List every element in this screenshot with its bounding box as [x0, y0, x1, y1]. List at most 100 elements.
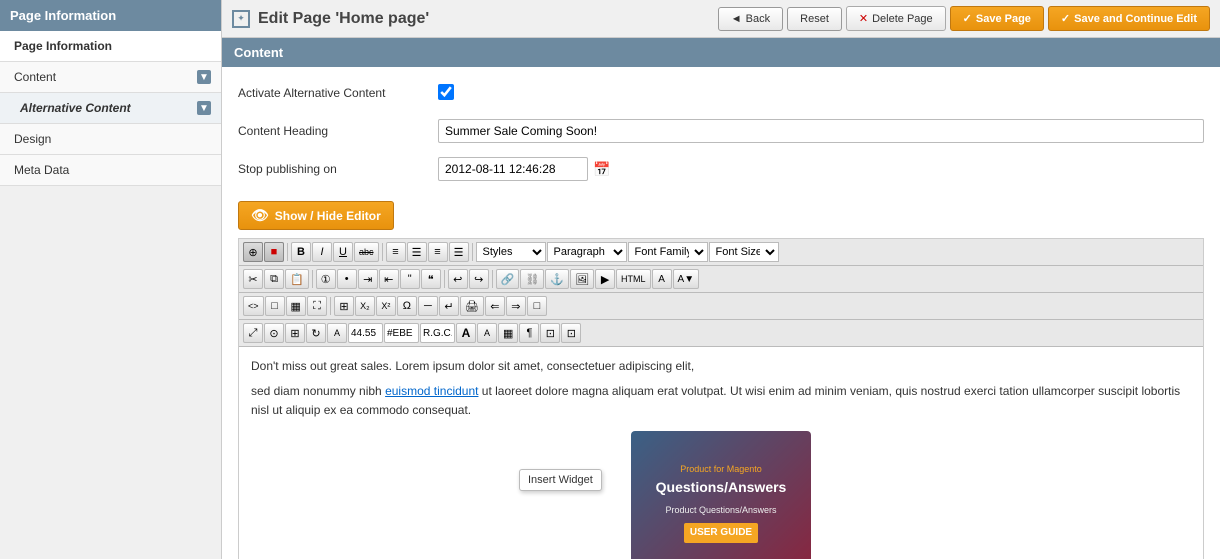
- toolbar-sep-3: [472, 243, 473, 261]
- paragraph-select[interactable]: Paragraph: [547, 242, 627, 262]
- toolbar-preview-btn[interactable]: ▦: [286, 296, 306, 316]
- toolbar-fontcolor2-btn[interactable]: A: [327, 323, 347, 343]
- stop-publish-input[interactable]: [438, 157, 588, 181]
- toolbar-widget-btn[interactable]: ⊕: [243, 242, 263, 262]
- toolbar-snippet-btn[interactable]: ⊙: [264, 323, 284, 343]
- toolbar-ltr-btn[interactable]: ⇒: [506, 296, 526, 316]
- save-continue-icon: ✓: [1061, 12, 1070, 25]
- toolbar-italic-btn[interactable]: I: [312, 242, 332, 262]
- sidebar-item-label: Design: [14, 132, 51, 146]
- toolbar-redo-btn[interactable]: ↪: [469, 269, 489, 289]
- sidebar-item-page-information[interactable]: Page Information: [0, 31, 221, 62]
- toolbar-strikethrough-btn[interactable]: abc: [354, 242, 379, 262]
- toolbar-media2-btn[interactable]: ⊡: [540, 323, 560, 343]
- show-hide-editor-button[interactable]: 👁 Show / Hide Editor: [238, 201, 394, 230]
- toolbar-blockquote-btn[interactable]: ": [400, 269, 420, 289]
- action-buttons: ◄ Back Reset ✕ Delete Page ✓ Save Page ✓…: [718, 6, 1210, 31]
- sidebar-item-label: Alternative Content: [20, 101, 131, 115]
- back-icon: ◄: [731, 13, 742, 25]
- stop-publish-label: Stop publishing on: [238, 162, 438, 176]
- toolbar-underline-btn[interactable]: U: [333, 242, 353, 262]
- back-button[interactable]: ◄ Back: [718, 7, 783, 31]
- toolbar-ol-btn[interactable]: ①: [316, 269, 336, 289]
- toolbar-btn-2[interactable]: ■: [264, 242, 284, 262]
- eye-icon: 👁: [251, 207, 269, 224]
- product-image-area: Product for Magento Questions/Answers Pr…: [251, 431, 1191, 559]
- toolbar-bold-btn[interactable]: B: [291, 242, 311, 262]
- toolbar-bgcolor-btn[interactable]: A▼: [673, 269, 700, 289]
- delete-page-button[interactable]: ✕ Delete Page: [846, 6, 946, 31]
- toolbar-sup-btn[interactable]: X²: [376, 296, 396, 316]
- toolbar-template-btn[interactable]: □: [265, 296, 285, 316]
- product-guide-label: USER GUIDE: [684, 523, 758, 543]
- delete-icon: ✕: [859, 12, 868, 25]
- toolbar-indent-btn[interactable]: ⇥: [358, 269, 378, 289]
- expand-icon: ▼: [197, 70, 211, 84]
- toolbar-fontsmall-btn[interactable]: A: [477, 323, 497, 343]
- toolbar-cut-btn[interactable]: ✂: [243, 269, 263, 289]
- heading-input[interactable]: [438, 119, 1204, 143]
- toolbar-sep-1: [287, 243, 288, 261]
- editor-content[interactable]: Don't miss out great sales. Lorem ipsum …: [239, 347, 1203, 559]
- page-icon: ✦: [232, 10, 250, 28]
- toolbar-zoom-btn[interactable]: ⤢: [243, 323, 263, 343]
- toolbar-html-btn[interactable]: HTML: [616, 269, 651, 289]
- toolbar-table-btn[interactable]: ⊞: [334, 296, 354, 316]
- toolbar-fullscreen-btn[interactable]: ⛶: [307, 296, 327, 316]
- save-icon: ✓: [963, 12, 972, 25]
- toolbar-link-btn[interactable]: 🔗: [496, 269, 520, 289]
- toolbar-undo-btn[interactable]: ↩: [448, 269, 468, 289]
- activate-control: [438, 84, 1204, 103]
- toolbar-sub-btn[interactable]: X₂: [355, 296, 375, 316]
- editor-para-1: Don't miss out great sales. Lorem ipsum …: [251, 357, 1191, 376]
- toolbar-para-btn[interactable]: ¶: [519, 323, 539, 343]
- calendar-icon[interactable]: 📅: [592, 159, 612, 179]
- sidebar-item-alternative-content[interactable]: Alternative Content ▼: [0, 93, 221, 124]
- toolbar-source-btn[interactable]: □: [527, 296, 547, 316]
- toolbar-align-center-btn[interactable]: ☰: [407, 242, 427, 262]
- toolbar-align-justify-btn[interactable]: ☰: [449, 242, 469, 262]
- activate-checkbox[interactable]: [438, 84, 454, 100]
- toolbar-fontbig-btn[interactable]: A: [456, 323, 476, 343]
- save-continue-button[interactable]: ✓ Save and Continue Edit: [1048, 6, 1210, 31]
- toolbar-mark-btn[interactable]: ▦: [498, 323, 518, 343]
- heading-row: Content Heading: [238, 117, 1204, 145]
- toolbar-print-btn[interactable]: 🖨: [460, 296, 484, 316]
- save-page-button[interactable]: ✓ Save Page: [950, 6, 1044, 31]
- toolbar-align-left-btn[interactable]: ≡: [386, 242, 406, 262]
- toolbar-rtl-btn[interactable]: ⇐: [485, 296, 505, 316]
- sidebar-item-content[interactable]: Content ▼: [0, 62, 221, 93]
- toolbar-rgb-input[interactable]: [420, 323, 455, 343]
- toolbar-code-btn[interactable]: <>: [243, 296, 264, 316]
- toolbar-image-btn[interactable]: 🖼: [570, 269, 594, 289]
- product-magento-label: Product for Magento: [680, 462, 762, 476]
- toolbar-outdent-btn[interactable]: ⇤: [379, 269, 399, 289]
- font-size-select[interactable]: Font Size: [709, 242, 779, 262]
- sidebar-item-design[interactable]: Design: [0, 124, 221, 155]
- toolbar-endpara-btn[interactable]: ⊡: [561, 323, 581, 343]
- toolbar-media-btn[interactable]: ▶: [595, 269, 615, 289]
- toolbar-paste-btn[interactable]: 📋: [285, 269, 309, 289]
- toolbar-hex-input[interactable]: [384, 323, 419, 343]
- toolbar-ul-btn[interactable]: •: [337, 269, 357, 289]
- sidebar-item-meta-data[interactable]: Meta Data: [0, 155, 221, 186]
- reset-button[interactable]: Reset: [787, 7, 842, 31]
- toolbar-color-btn[interactable]: A: [652, 269, 672, 289]
- toolbar-quote-btn[interactable]: ❝: [421, 269, 441, 289]
- toolbar-br-btn[interactable]: ↵: [439, 296, 459, 316]
- toolbar-align-right-btn[interactable]: ≡: [428, 242, 448, 262]
- editor-link[interactable]: euismod tincidunt: [385, 384, 478, 398]
- toolbar-unlink-btn[interactable]: ⛓: [520, 269, 544, 289]
- heading-control: [438, 119, 1204, 143]
- toolbar-copy-btn[interactable]: ⧉: [264, 269, 284, 289]
- expand-icon-alt: ▼: [197, 101, 211, 115]
- toolbar-special-btn[interactable]: Ω: [397, 296, 417, 316]
- font-family-select[interactable]: Font Family: [628, 242, 708, 262]
- toolbar-rotate-btn[interactable]: ↻: [306, 323, 326, 343]
- product-subtitle: Product Questions/Answers: [665, 503, 776, 517]
- toolbar-hr-btn[interactable]: ─: [418, 296, 438, 316]
- styles-select[interactable]: Styles: [476, 242, 546, 262]
- toolbar-number-input[interactable]: [348, 323, 383, 343]
- toolbar-paste2-btn[interactable]: ⊞: [285, 323, 305, 343]
- toolbar-anchor-btn[interactable]: ⚓: [545, 269, 569, 289]
